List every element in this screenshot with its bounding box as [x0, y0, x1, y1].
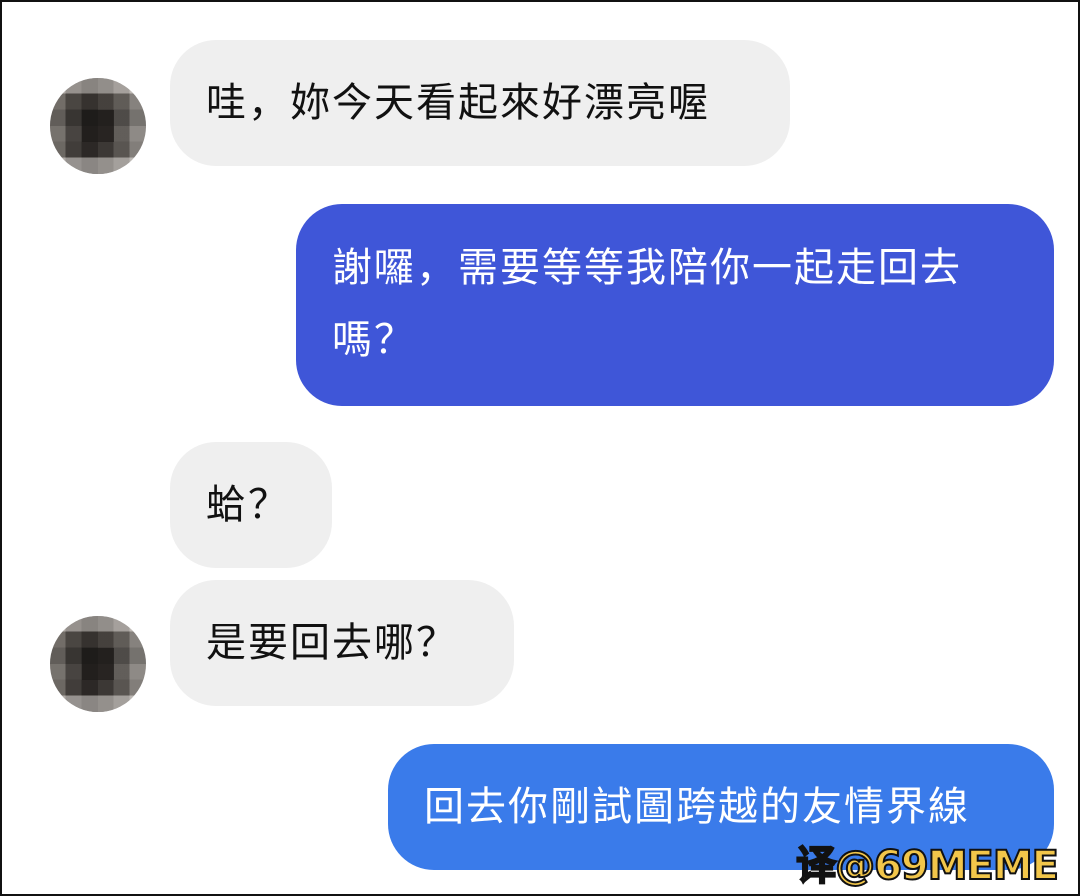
avatar-image — [50, 616, 146, 712]
incoming-message-bubble[interactable]: 蛤？ — [170, 442, 332, 568]
avatar-image — [50, 78, 146, 174]
message-text: 回去你剛試圖跨越的友情界線 — [424, 784, 970, 830]
watermark-text: 译@69MEME — [795, 843, 1060, 889]
message-text: 謝囉，需要等等我陪你一起走回去嗎？ — [332, 245, 962, 363]
incoming-message-bubble[interactable]: 哇，妳今天看起來好漂亮喔 — [170, 40, 790, 166]
incoming-message-bubble[interactable]: 是要回去哪？ — [170, 580, 514, 706]
message-text: 是要回去哪？ — [206, 620, 458, 666]
contact-avatar[interactable] — [50, 616, 146, 712]
message-text: 蛤？ — [206, 482, 290, 528]
outgoing-message-bubble[interactable]: 謝囉，需要等等我陪你一起走回去嗎？ — [296, 204, 1054, 406]
message-text: 哇，妳今天看起來好漂亮喔 — [206, 80, 710, 126]
contact-avatar[interactable] — [50, 78, 146, 174]
